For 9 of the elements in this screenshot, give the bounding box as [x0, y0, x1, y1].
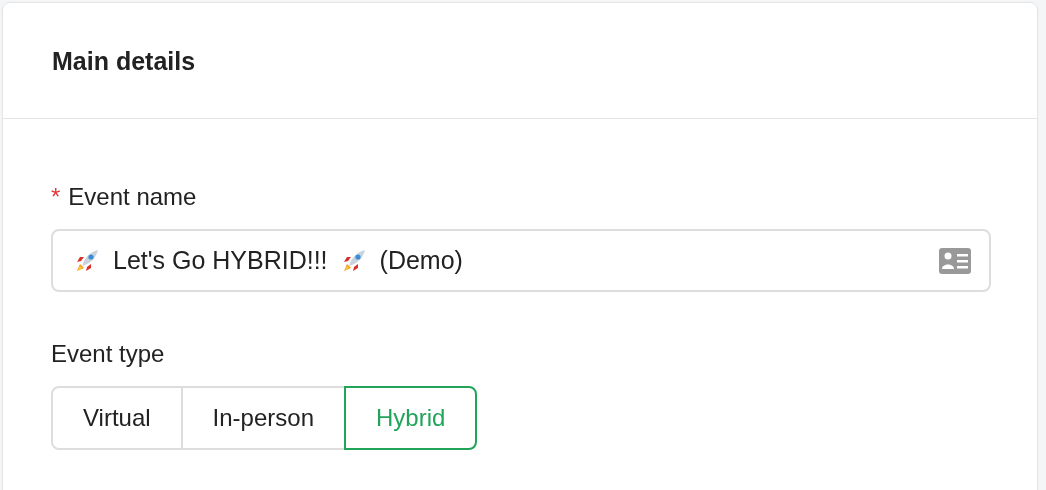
field-label: * Event name: [51, 182, 198, 212]
input-field[interactable]: Let's Go HYBRID!!! (Demo): [51, 229, 991, 292]
input-text: (Demo): [379, 244, 463, 276]
input-text: Let's Go HYBRID!!!: [113, 244, 328, 276]
contact-card-icon: [939, 247, 971, 274]
card-title: Main details: [52, 46, 197, 77]
event-type-option[interactable]: Virtual: [51, 386, 183, 450]
event-type-option[interactable]: In-person: [180, 386, 346, 450]
field-label: Event type: [51, 339, 166, 369]
